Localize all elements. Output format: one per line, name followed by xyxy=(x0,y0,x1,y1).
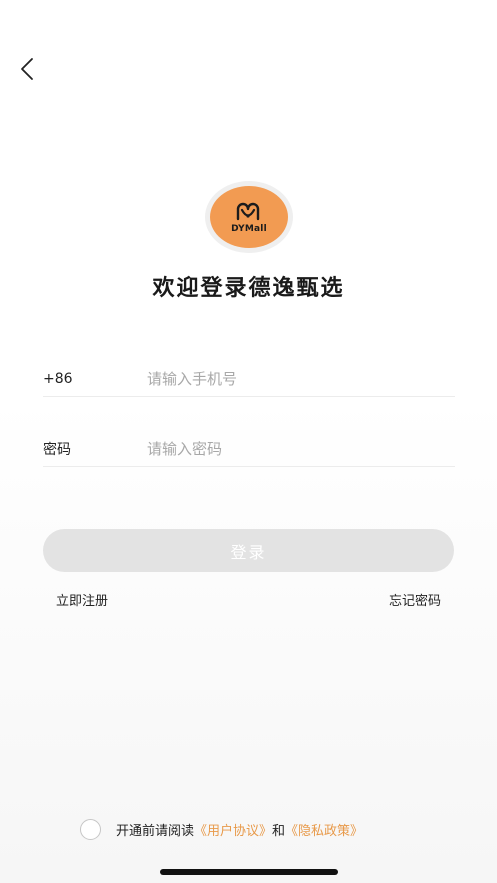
user-agreement-link[interactable]: 《用户协议》 xyxy=(194,820,272,839)
radio-circle-icon[interactable] xyxy=(80,818,101,840)
password-label: 密码 xyxy=(43,441,71,458)
agreement-row: 开通前请阅读 《用户协议》 和 《隐私政策》 xyxy=(80,818,363,840)
logo-text: DYMall xyxy=(231,223,267,234)
login-button[interactable]: 登录 xyxy=(43,529,454,572)
password-input[interactable] xyxy=(147,439,455,458)
agreement-prefix: 开通前请阅读 xyxy=(116,823,195,839)
phone-field: +86 xyxy=(43,361,455,397)
phone-input[interactable] xyxy=(147,369,455,388)
back-button[interactable] xyxy=(12,54,42,84)
app-logo: DYMall xyxy=(205,181,293,253)
register-link[interactable]: 立即注册 xyxy=(56,590,108,609)
password-field: 密码 xyxy=(43,431,455,467)
home-indicator xyxy=(160,869,338,875)
logo-badge: DYMall xyxy=(210,186,288,248)
dymall-m-icon xyxy=(236,202,260,220)
agreement-and: 和 xyxy=(272,823,286,839)
forgot-password-link[interactable]: 忘记密码 xyxy=(389,590,441,609)
privacy-policy-link[interactable]: 《隐私政策》 xyxy=(285,820,363,839)
country-code: +86 xyxy=(43,370,73,387)
chevron-left-icon xyxy=(21,58,33,80)
welcome-title: 欢迎登录德逸甄选 xyxy=(152,276,345,301)
